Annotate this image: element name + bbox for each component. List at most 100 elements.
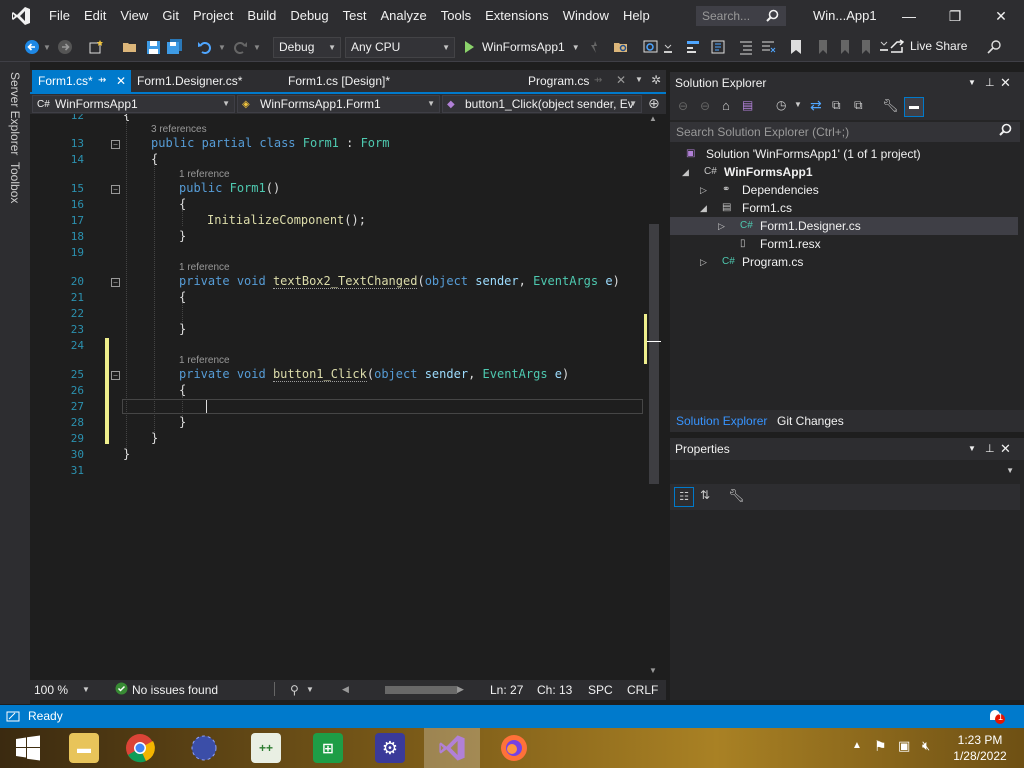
- tab-form1-cs[interactable]: Form1.cs* ⇸ ✕: [32, 70, 131, 92]
- collapse-region-icon[interactable]: −: [111, 371, 120, 380]
- line-ending-indicator[interactable]: CRLF: [627, 683, 658, 697]
- scroll-left-icon[interactable]: ◀: [342, 684, 349, 695]
- close-icon[interactable]: ✕: [616, 73, 626, 87]
- codelens-references[interactable]: 1 reference: [179, 355, 230, 366]
- tab-program-cs[interactable]: Program.cs ⇸: [522, 70, 610, 92]
- save-icon[interactable]: [146, 37, 161, 57]
- scrollbar-thumb[interactable]: [649, 224, 659, 484]
- chevron-down-icon[interactable]: ▼: [82, 685, 90, 694]
- redo-icon[interactable]: [232, 37, 248, 57]
- column-indicator[interactable]: Ch: 13: [537, 683, 572, 697]
- tab-git-changes[interactable]: Git Changes: [771, 410, 850, 432]
- server-explorer-tab[interactable]: Server Explorer: [8, 72, 22, 155]
- taskbar-visual-studio[interactable]: [424, 728, 480, 768]
- pin-icon[interactable]: ⇸: [98, 70, 106, 92]
- line-indicator[interactable]: Ln: 27: [490, 683, 523, 697]
- properties-wrench-icon[interactable]: 🔧︎: [882, 98, 899, 114]
- close-icon[interactable]: ✕: [116, 70, 126, 92]
- pin-icon[interactable]: ⊥: [985, 72, 995, 94]
- menu-tools[interactable]: Tools: [434, 0, 478, 32]
- collapsed-arrow-icon[interactable]: ▷: [700, 181, 707, 199]
- taskbar-settings[interactable]: ⚙: [362, 728, 418, 768]
- forward-icon[interactable]: ⊖: [700, 99, 710, 113]
- tree-item-form1-designer-cs[interactable]: ▷ C# Form1.Designer.cs: [670, 217, 1018, 235]
- toolbox-tab[interactable]: Toolbox: [8, 162, 22, 203]
- navigate-forward-icon[interactable]: [57, 37, 73, 57]
- undo-icon[interactable]: [197, 37, 213, 57]
- menu-edit[interactable]: Edit: [77, 0, 113, 32]
- tree-item-form1-cs[interactable]: ◢ ▤ Form1.cs: [670, 199, 1018, 217]
- tree-item-dependencies[interactable]: ▷ ⚭ Dependencies: [670, 181, 1018, 199]
- pending-changes-filter-icon[interactable]: ◷: [776, 98, 786, 112]
- collapse-all-icon[interactable]: ⧉: [832, 98, 841, 113]
- split-editor-icon[interactable]: ⊕: [648, 95, 660, 112]
- sync-icon[interactable]: ⇄: [810, 97, 822, 114]
- menu-test[interactable]: Test: [336, 0, 374, 32]
- tab-list-dropdown-icon[interactable]: ▼: [635, 75, 643, 84]
- tree-item-form1-resx[interactable]: ▯ Form1.resx: [670, 235, 1018, 253]
- home-icon[interactable]: ⌂: [722, 98, 730, 113]
- menu-build[interactable]: Build: [240, 0, 283, 32]
- comment-lines-icon[interactable]: [738, 37, 754, 57]
- menu-file[interactable]: File: [42, 0, 77, 32]
- preview-selected-icon[interactable]: ▬: [904, 97, 924, 117]
- collapse-region-icon[interactable]: −: [111, 278, 120, 287]
- tree-item-program-cs[interactable]: ▷ C# Program.cs: [670, 253, 1018, 271]
- editor-vertical-scrollbar[interactable]: ▲ ▼: [644, 114, 666, 680]
- collapsed-arrow-icon[interactable]: ▷: [700, 253, 707, 271]
- chevron-down-icon[interactable]: ▼: [306, 685, 314, 694]
- navigate-back-icon[interactable]: [24, 37, 40, 57]
- open-folder-icon[interactable]: [122, 37, 138, 57]
- menu-project[interactable]: Project: [186, 0, 240, 32]
- show-hidden-icons-icon[interactable]: ▲: [852, 740, 862, 751]
- menu-debug[interactable]: Debug: [283, 0, 335, 32]
- new-project-icon[interactable]: [88, 37, 104, 57]
- back-dropdown-icon[interactable]: ▼: [43, 37, 51, 57]
- member-dropdown[interactable]: ◆ button1_Click(object sender, Ev ▼: [442, 95, 642, 113]
- clear-bookmarks-icon[interactable]: [858, 37, 872, 57]
- bookmark-icon[interactable]: [790, 37, 802, 57]
- menu-view[interactable]: View: [113, 0, 155, 32]
- panel-options-dropdown-icon[interactable]: ▼: [968, 438, 976, 460]
- volume-muted-icon[interactable]: 🔇︎: [922, 738, 930, 754]
- back-icon[interactable]: ⊖: [678, 99, 688, 113]
- project-dropdown[interactable]: C# WinFormsApp1 ▼: [32, 95, 235, 113]
- start-debugging-button[interactable]: WinFormsApp1 ▼: [462, 37, 580, 57]
- pin-icon[interactable]: ⇸: [594, 70, 602, 92]
- pin-icon[interactable]: ⊥: [985, 438, 995, 460]
- close-icon[interactable]: ✕: [1000, 438, 1011, 460]
- next-bookmark-icon[interactable]: [837, 37, 851, 57]
- minimize-button[interactable]: —: [886, 0, 932, 32]
- search-input[interactable]: Search...: [696, 6, 786, 26]
- issues-status[interactable]: No issues found: [132, 683, 218, 697]
- solution-config-select[interactable]: Debug ▼: [273, 37, 341, 58]
- toolbar-customize-icon[interactable]: [880, 35, 888, 55]
- menu-analyze[interactable]: Analyze: [373, 0, 433, 32]
- browser-link-icon[interactable]: [643, 37, 659, 57]
- expanded-arrow-icon[interactable]: ◢: [700, 199, 707, 217]
- menu-help[interactable]: Help: [616, 0, 657, 32]
- tree-item-project[interactable]: ◢ C# WinFormsApp1: [670, 163, 1018, 181]
- collapse-region-icon[interactable]: −: [111, 185, 120, 194]
- collapse-region-icon[interactable]: −: [111, 140, 120, 149]
- platform-select[interactable]: Any CPU ▼: [345, 37, 455, 58]
- toolbar-overflow-icon[interactable]: [663, 37, 673, 57]
- show-all-files-icon[interactable]: ⧉: [854, 98, 863, 113]
- zoom-level[interactable]: 100 %: [34, 683, 68, 697]
- tab-form1-design[interactable]: Form1.cs [Design]*: [282, 70, 422, 92]
- network-icon[interactable]: ▣: [898, 738, 910, 754]
- find-in-files-icon[interactable]: [613, 37, 629, 57]
- tree-item-solution[interactable]: ▣ Solution 'WinFormsApp1' (1 of 1 projec…: [670, 145, 1018, 163]
- menu-extensions[interactable]: Extensions: [478, 0, 556, 32]
- feedback-icon[interactable]: [986, 37, 1002, 57]
- visual-studio-logo-icon[interactable]: [0, 0, 42, 32]
- menu-window[interactable]: Window: [556, 0, 616, 32]
- tab-form1-designer-cs[interactable]: Form1.Designer.cs*: [131, 70, 271, 92]
- code-editor[interactable]: 12 13 14 15 16 17 18 19 20 21 22 23 24 2…: [48, 114, 644, 680]
- horizontal-scroll-thumb[interactable]: [385, 686, 457, 694]
- scroll-right-icon[interactable]: ▶: [457, 684, 464, 695]
- codelens-references[interactable]: 3 references: [151, 124, 207, 135]
- hot-reload-icon[interactable]: [588, 37, 602, 57]
- switch-views-icon[interactable]: ▤: [742, 98, 753, 112]
- codelens-references[interactable]: 1 reference: [179, 169, 230, 180]
